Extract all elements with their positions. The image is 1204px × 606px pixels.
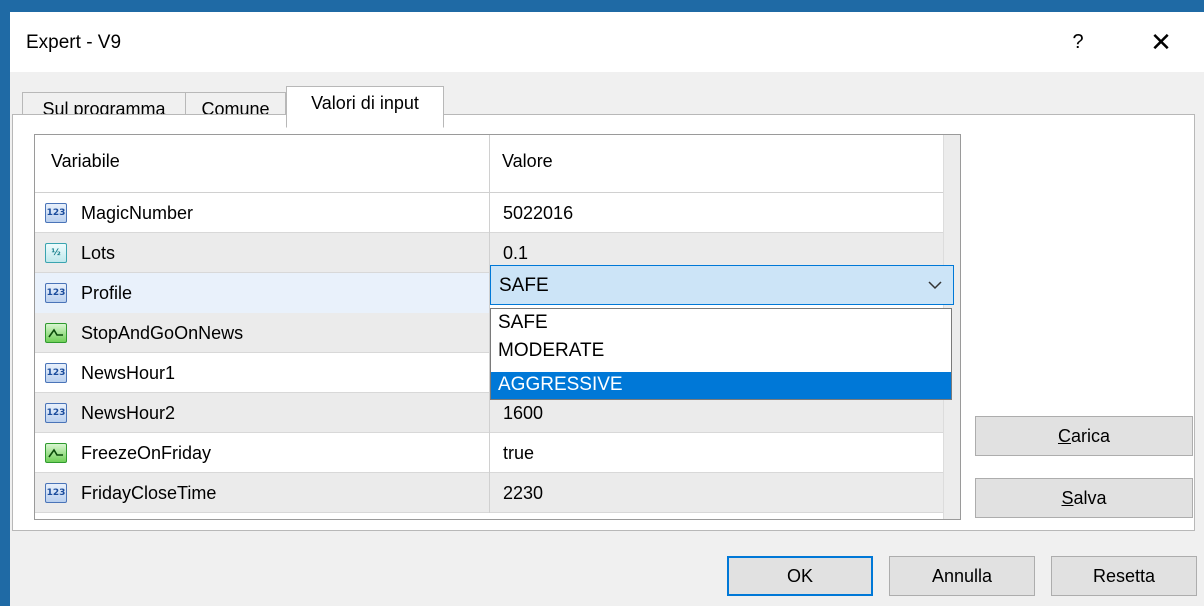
- dialog-title: Expert - V9: [26, 32, 122, 53]
- save-accelerator: S: [1061, 488, 1074, 508]
- help-button[interactable]: ?: [1060, 24, 1096, 60]
- option-safe[interactable]: SAFE: [491, 310, 951, 337]
- option-moderate[interactable]: MODERATE: [491, 338, 951, 365]
- variable-name: MagicNumber: [81, 203, 194, 223]
- load-label: arica: [1070, 426, 1110, 446]
- variable-name: NewsHour2: [81, 403, 176, 423]
- load-accelerator: C: [1057, 426, 1071, 446]
- option-aggressive[interactable]: AGGRESSIVE: [491, 372, 951, 399]
- grid-header: Variabile Valore: [35, 135, 943, 193]
- title-bar: Expert - V9 ? ✕: [10, 12, 1204, 72]
- boolean-icon: [45, 443, 67, 463]
- cell-name: StopAndGoOnNews: [35, 313, 490, 353]
- variable-name: NewsHour1: [81, 363, 176, 383]
- variable-name: Lots: [81, 243, 116, 263]
- variable-name: FreezeOnFriday: [81, 443, 212, 463]
- cell-name: 123 NewsHour2: [35, 393, 490, 433]
- row-magicnumber[interactable]: 123 MagicNumber 5022016: [35, 193, 943, 233]
- load-button[interactable]: Carica: [975, 416, 1193, 456]
- boolean-icon: [45, 323, 67, 343]
- cell-name: 123 NewsHour1: [35, 353, 490, 393]
- save-label: alva: [1073, 488, 1107, 508]
- variable-value[interactable]: 2230: [503, 483, 543, 504]
- cell-name: 123 MagicNumber: [35, 193, 490, 233]
- variable-value[interactable]: true: [503, 443, 534, 464]
- variable-value[interactable]: 1600: [503, 403, 543, 424]
- integer-icon: 123: [45, 363, 67, 383]
- cancel-button[interactable]: Annulla: [889, 556, 1035, 596]
- integer-icon: 123: [45, 283, 67, 303]
- integer-icon: 123: [45, 403, 67, 423]
- cell-name: 123 Profile: [35, 273, 490, 313]
- variable-name: FridayCloseTime: [81, 483, 217, 503]
- integer-icon: 123: [45, 203, 67, 223]
- close-button[interactable]: ✕: [1138, 24, 1184, 60]
- save-button[interactable]: Salva: [975, 478, 1193, 518]
- chevron-down-icon[interactable]: [927, 274, 943, 300]
- ok-button[interactable]: OK: [727, 556, 873, 596]
- cell-name: ½ Lots: [35, 233, 490, 273]
- variable-name: StopAndGoOnNews: [81, 323, 244, 343]
- variable-value[interactable]: 0.1: [503, 243, 528, 264]
- integer-icon: 123: [45, 483, 67, 503]
- variable-value[interactable]: 5022016: [503, 203, 573, 224]
- header-value[interactable]: Valore: [490, 135, 943, 193]
- header-variable[interactable]: Variabile: [35, 135, 490, 193]
- tab-valori-di-input[interactable]: Valori di input: [286, 86, 444, 128]
- row-fridayclosetime[interactable]: 123 FridayCloseTime 2230: [35, 473, 943, 513]
- row-freezeonfriday[interactable]: FreezeOnFriday true: [35, 433, 943, 473]
- fraction-icon: ½: [45, 243, 67, 263]
- variable-name: Profile: [81, 283, 133, 303]
- reset-button[interactable]: Resetta: [1051, 556, 1197, 596]
- cell-name: FreezeOnFriday: [35, 433, 490, 473]
- combobox-value: SAFE: [499, 275, 549, 296]
- profile-dropdown-list: SAFE MODERATE AGGRESSIVE: [490, 308, 952, 400]
- profile-combobox[interactable]: SAFE: [490, 265, 954, 305]
- cell-name: 123 FridayCloseTime: [35, 473, 490, 513]
